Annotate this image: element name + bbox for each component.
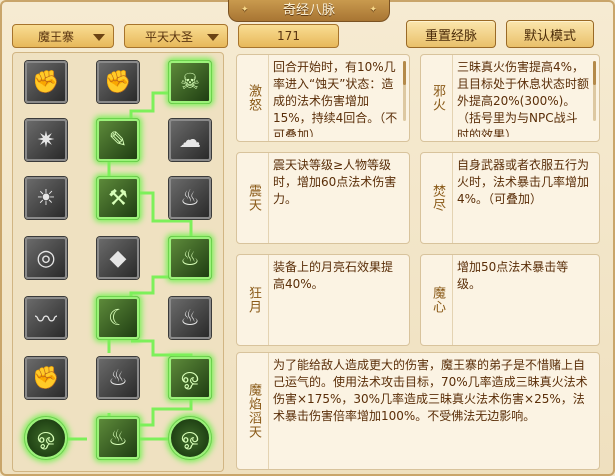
meridian-node[interactable]: ✊ <box>97 61 139 103</box>
default-mode-button[interactable]: 默认模式 <box>506 20 594 48</box>
skill-card[interactable]: 焚尽 自身武器或者衣服五行为火时，法术暴击几率增加4%。（可叠加） <box>420 152 600 244</box>
scroll-icon: ✎ <box>108 127 128 153</box>
skill-desc: 震天诀等级≥人物等级时，增加60点法术伤害力。 <box>273 158 397 206</box>
scrollbar[interactable] <box>403 61 406 121</box>
fist-strike-icon: ✊ <box>32 365 60 391</box>
meridian-node[interactable]: ☠ <box>169 61 211 103</box>
crescent-moon-icon: ☾ <box>108 305 128 331</box>
skill-desc: 增加50点法术暴击等级。 <box>457 260 569 291</box>
points-field: 171 <box>238 24 339 48</box>
dragon-fire-icon: ♨ <box>108 365 128 391</box>
meridian-node[interactable]: ♨ <box>97 417 139 459</box>
skill-name: 魔心 <box>423 255 453 345</box>
meridian-node[interactable]: ◎ <box>25 237 67 279</box>
meridian-node[interactable]: ⚒ <box>97 177 139 219</box>
meridian-node[interactable]: ◆ <box>97 237 139 279</box>
skill-desc: 自身武器或者衣服五行为火时，法术暴击几率增加4%。（可叠加） <box>457 158 589 206</box>
meridian-node[interactable]: ஓ <box>169 417 211 459</box>
scrollbar[interactable] <box>593 61 596 121</box>
chevron-down-icon <box>207 34 219 41</box>
meridian-node[interactable]: ☾ <box>97 297 139 339</box>
sun-emblem-icon: ☀ <box>36 185 56 211</box>
meridian-node[interactable]: ✷ <box>25 119 67 161</box>
meridian-node[interactable]: ஓ <box>25 417 67 459</box>
skill-card[interactable]: 激怒 回合开始时，有10%几率进入“蚀天”状态：造成的法术伤害增加15%，持续4… <box>236 54 410 142</box>
skill-name: 邪火 <box>423 55 453 141</box>
meridian-node[interactable]: ✊ <box>25 357 67 399</box>
meridian-node[interactable]: ♨ <box>169 297 211 339</box>
meridian-node[interactable]: ☀ <box>25 177 67 219</box>
skill-card[interactable]: 魔心 增加50点法术暴击等级。 <box>420 254 600 346</box>
meridian-node[interactable]: ♨ <box>169 177 211 219</box>
form-dropdown[interactable]: 平天大圣 <box>124 24 228 48</box>
wave-swirl-icon: ஓ <box>180 364 200 389</box>
meridian-node[interactable]: ☁ <box>169 119 211 161</box>
hammer-icon: ⚒ <box>108 185 128 211</box>
form-value: 平天大圣 <box>144 29 193 44</box>
chevron-down-icon <box>93 34 105 41</box>
reset-meridian-button[interactable]: 重置经脉 <box>406 20 496 48</box>
serpent-icon: 〰 <box>34 308 57 333</box>
skill-name: 焚尽 <box>423 153 453 243</box>
skill-desc: 三昧真火伤害提高4%，且目标处于休息状态时额外提高20%(300%)。（括号里为… <box>457 60 589 137</box>
skill-card[interactable]: 魔焰滔天 为了能给敌人造成更大的伤害，魔王寨的弟子是不惜赌上自己运气的。使用法术… <box>236 352 600 470</box>
skill-name: 激怒 <box>239 55 269 141</box>
meridian-node[interactable]: 〰 <box>25 297 67 339</box>
fist-icon: ✊ <box>32 69 60 95</box>
skill-card[interactable]: 邪火 三昧真火伤害提高4%，且目标处于休息状态时额外提高20%(300%)。（括… <box>420 54 600 142</box>
skill-card[interactable]: 震天 震天诀等级≥人物等级时，增加60点法术伤害力。 <box>236 152 410 244</box>
flame-icon: ♨ <box>180 185 200 211</box>
window-title: 奇经八脉 <box>228 0 390 22</box>
fire-burst-icon: ♨ <box>180 245 200 271</box>
shield-round-icon: ◎ <box>36 245 56 271</box>
meridian-node[interactable]: ✊ <box>25 61 67 103</box>
skill-name: 震天 <box>239 153 269 243</box>
skill-name: 魔焰滔天 <box>239 353 269 469</box>
cloud-swirl-icon: ☁ <box>179 127 201 153</box>
demon-face-icon: ☠ <box>180 69 200 95</box>
skill-desc: 装备上的月亮石效果提高40%。 <box>273 260 394 291</box>
flame-pillar-icon: ♨ <box>108 425 128 451</box>
sect-dropdown[interactable]: 魔王寨 <box>12 24 114 48</box>
meridian-tree-panel: ✊ ✊ ☠ ✷ ✎ ☁ ☀ ⚒ ♨ ◎ ◆ ♨ 〰 ☾ ♨ ✊ ♨ ஓ ஓ ♨ ஓ <box>12 52 224 472</box>
skill-desc: 为了能给敌人造成更大的伤害，魔王寨的弟子是不惜赌上自己运气的。使用法术攻击目标，… <box>273 358 588 423</box>
sect-value: 魔王寨 <box>37 29 74 44</box>
star-burst-icon: ✷ <box>36 127 56 153</box>
meridian-node[interactable]: ♨ <box>169 237 211 279</box>
fist-run-icon: ✊ <box>104 69 132 95</box>
skill-card[interactable]: 狂月 装备上的月亮石效果提高40%。 <box>236 254 410 346</box>
meridian-node[interactable]: ♨ <box>97 357 139 399</box>
meridian-node[interactable]: ஓ <box>169 357 211 399</box>
skill-desc: 回合开始时，有10%几率进入“蚀天”状态：造成的法术伤害增加15%，持续4回合。… <box>273 60 398 137</box>
spiral-orb-icon: ஓ <box>180 424 200 449</box>
stone-icon: ◆ <box>109 245 127 271</box>
meridian-node[interactable]: ✎ <box>97 119 139 161</box>
blaze-icon: ♨ <box>180 305 200 331</box>
skill-name: 狂月 <box>239 255 269 345</box>
spiral-orb-icon: ஓ <box>36 424 56 449</box>
